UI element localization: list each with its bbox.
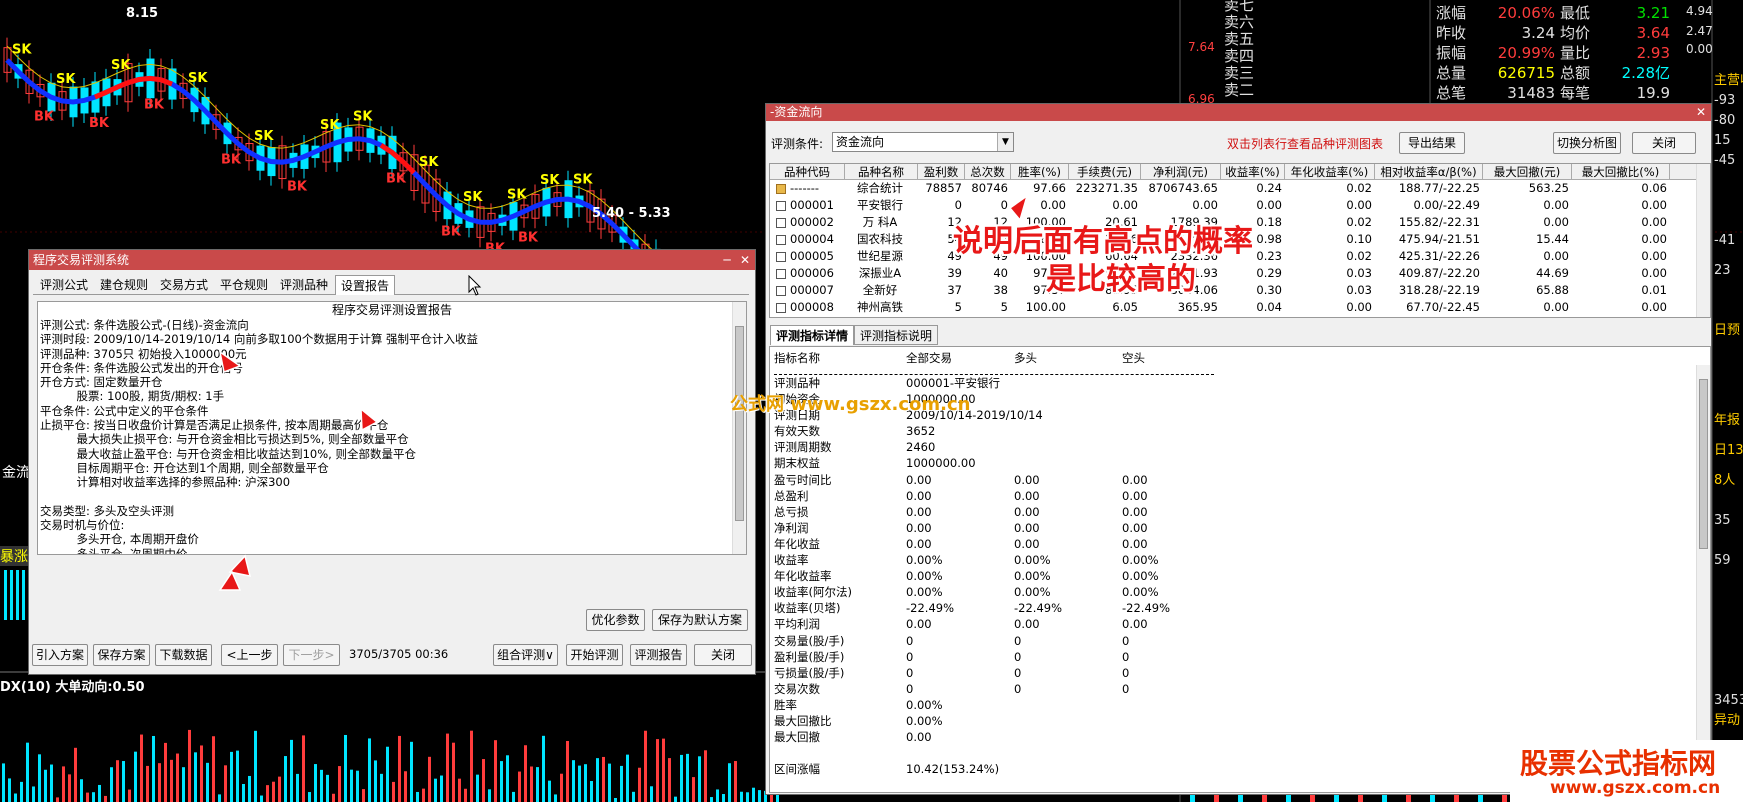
cursor-icon [468, 275, 482, 296]
bottom-watermark-box: 股票公式指标网 www.gszx.com.cn [1510, 740, 1743, 802]
arrow-icon [360, 407, 379, 432]
arrow-icon [218, 570, 242, 591]
bottom-watermark-url: www.gszx.com.cn [1550, 778, 1721, 798]
arrow-icon [1008, 194, 1029, 222]
desktop: SK SK SK SK SK SK SK SK SK SK SK SK BK BK BK BK BK BK BK BK… [0, 0, 1743, 802]
center-watermark: 公式网 www.gszx.com.cn [730, 394, 971, 415]
bottom-watermark-title: 股票公式指标网 [1520, 747, 1717, 780]
arrow-icon [218, 350, 242, 374]
